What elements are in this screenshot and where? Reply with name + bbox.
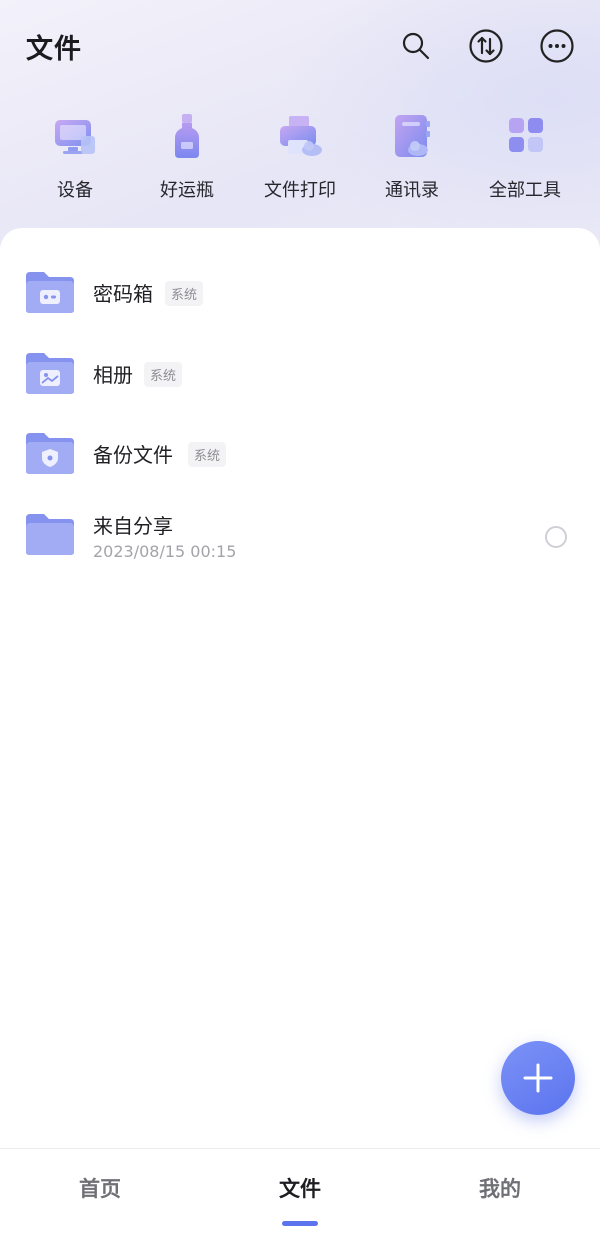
tool-lucky-bottle[interactable]: 好运瓶 (132, 112, 242, 207)
add-fab-button[interactable] (501, 1041, 575, 1115)
active-tab-indicator (282, 1221, 318, 1226)
nav-mine[interactable]: 我的 (440, 1173, 560, 1203)
more-button[interactable] (539, 28, 575, 64)
nav-files[interactable]: 文件 (240, 1173, 360, 1203)
list-item-album[interactable]: 相册 系统 (0, 331, 600, 411)
transfer-button[interactable] (468, 28, 504, 64)
album-folder-icon (26, 353, 74, 394)
tools-row: 设备 好运瓶 文件打印 通讯录 全部工具 (0, 112, 600, 212)
shared-folder-icon (26, 514, 74, 555)
device-icon (51, 112, 99, 160)
plus-icon (523, 1063, 553, 1093)
tool-file-print[interactable]: 文件打印 (245, 112, 355, 207)
more-icon (540, 29, 574, 63)
tool-contacts[interactable]: 通讯录 (357, 112, 467, 207)
bottom-nav: 首页 文件 我的 (0, 1148, 600, 1235)
tool-label: 全部工具 (489, 180, 561, 201)
folder-name: 相册 (93, 363, 133, 387)
all-tools-icon (501, 112, 549, 160)
system-tag: 系统 (188, 442, 227, 467)
tool-device[interactable]: 设备 (20, 112, 130, 207)
select-radio[interactable] (545, 526, 567, 548)
tool-all-tools[interactable]: 全部工具 (470, 112, 580, 207)
folder-name: 密码箱 (93, 282, 153, 306)
file-list-sheet: 密码箱 系统 相册 系统 备份文件 系统 来自分享 2023/08/15 00:… (0, 228, 600, 1148)
app-header: 文件 (0, 0, 600, 92)
search-icon (402, 32, 430, 60)
page-title: 文件 (26, 34, 82, 65)
bottle-icon (163, 112, 211, 160)
tool-label: 设备 (57, 180, 93, 201)
printer-icon (276, 112, 324, 160)
nav-home[interactable]: 首页 (40, 1173, 160, 1203)
system-tag: 系统 (165, 281, 204, 306)
folder-name: 备份文件 (93, 443, 173, 467)
system-tag: 系统 (144, 362, 183, 387)
transfer-icon (469, 29, 503, 63)
tool-label: 通讯录 (385, 180, 439, 201)
safe-folder-icon (26, 272, 74, 313)
modified-date: 2023/08/15 00:15 (93, 542, 237, 561)
list-item-shared[interactable]: 来自分享 2023/08/15 00:15 (0, 492, 600, 572)
folder-name: 来自分享 (93, 514, 173, 538)
list-item-password-box[interactable]: 密码箱 系统 (0, 250, 600, 330)
contacts-icon (388, 112, 436, 160)
tool-label: 好运瓶 (160, 180, 214, 201)
list-item-backup-files[interactable]: 备份文件 系统 (0, 411, 600, 491)
backup-folder-icon (26, 433, 74, 474)
search-button[interactable] (398, 28, 434, 64)
tool-label: 文件打印 (264, 180, 336, 201)
